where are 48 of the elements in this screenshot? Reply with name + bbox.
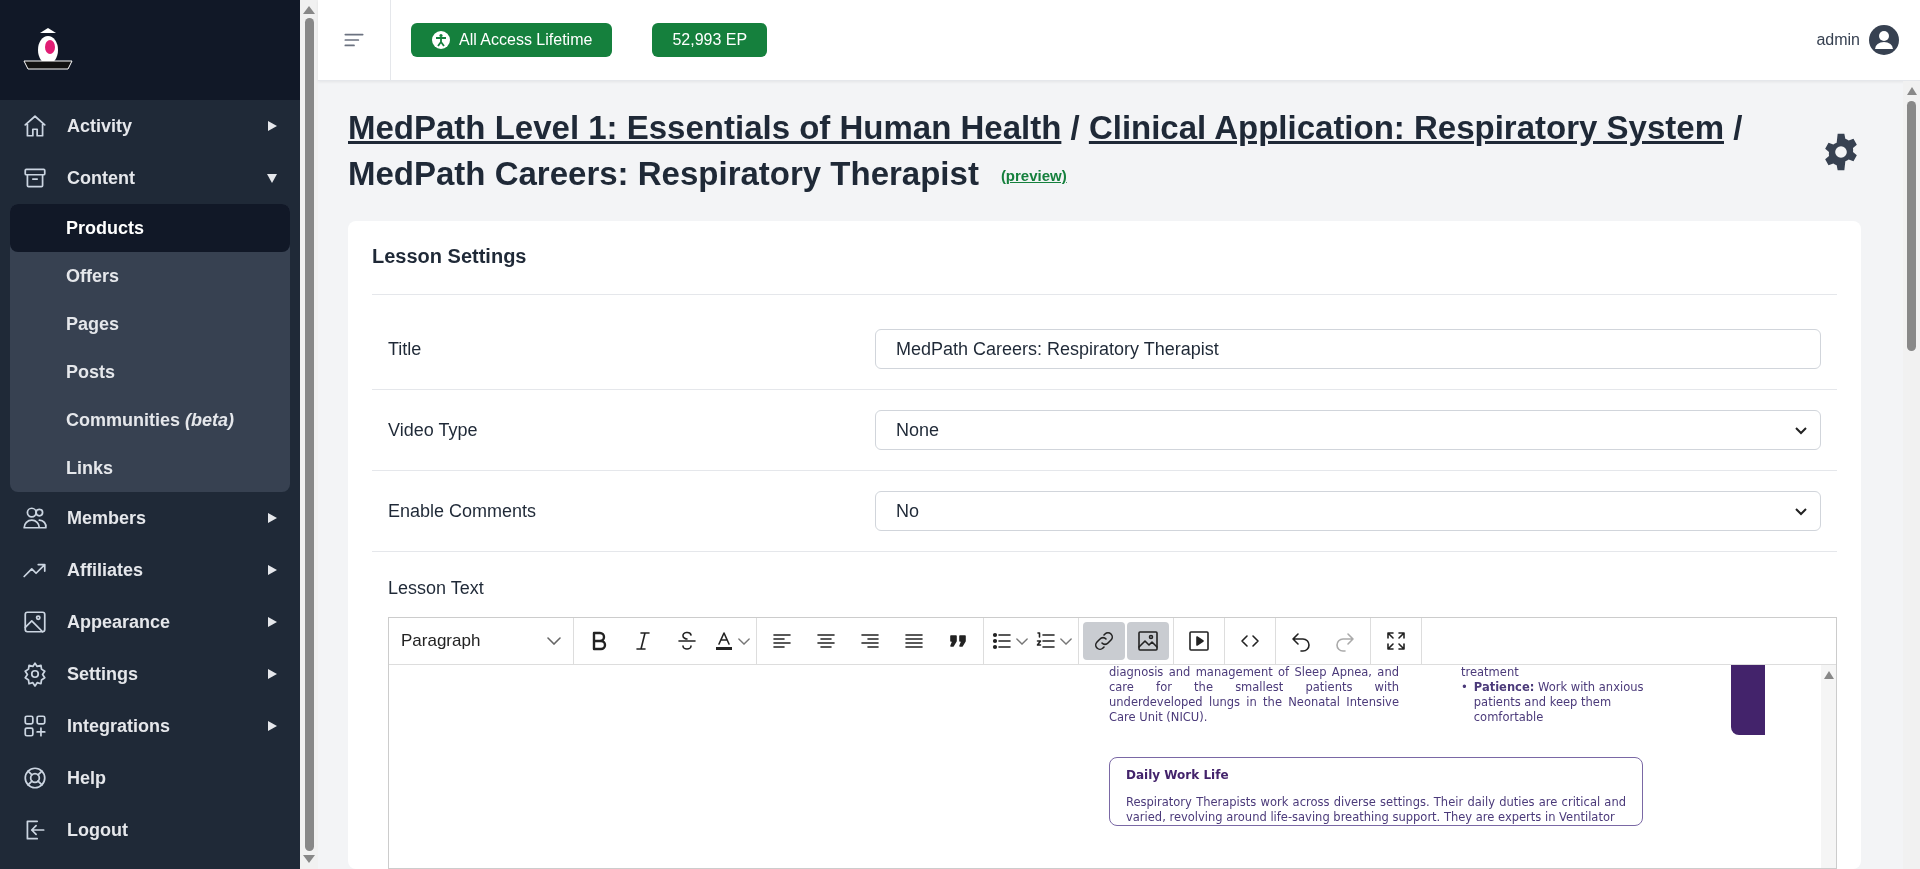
sidebar-item[interactable]: Affiliates: [0, 544, 300, 596]
field-label: Lesson Text: [387, 577, 485, 601]
select-field[interactable]: No: [875, 491, 1821, 532]
plan-badge[interactable]: All Access Lifetime: [411, 23, 613, 57]
select-field[interactable]: None: [875, 410, 1821, 451]
sidebar-item[interactable]: Content: [0, 152, 300, 204]
sidebar-item[interactable]: Members: [0, 492, 300, 544]
sidebar-label: Help: [67, 767, 107, 789]
sidebar-label: Content: [67, 167, 136, 189]
user-menu[interactable]: admin: [1816, 24, 1900, 56]
sidebar-label: Activity: [67, 115, 134, 137]
sidebar-item[interactable]: Appearance: [0, 596, 300, 648]
sidebar-label: Logout: [67, 819, 129, 841]
field-label: Video Type: [388, 419, 479, 441]
document-paragraph: Respiratory Therapists work across diverse settings. Their daily duties are critical and varied, revolving around life-saving breathing support. They are experts in Ventilator: [1126, 795, 1626, 826]
sidebar-item[interactable]: Logout: [0, 804, 300, 856]
preview-link[interactable]: (preview): [1000, 167, 1067, 185]
sidebar-item[interactable]: Integrations: [0, 700, 300, 752]
points-badge: 52,993 EP: [652, 23, 768, 57]
breadcrumb-separator: /: [1070, 109, 1080, 146]
sidebar-item[interactable]: Help: [0, 752, 300, 804]
input-field[interactable]: MedPath Careers: Respiratory Therapist: [875, 329, 1821, 370]
breadcrumb-link[interactable]: MedPath Level 1: Essentials of Human Health: [348, 109, 1062, 146]
submenu-item[interactable]: Products: [10, 204, 290, 252]
format-select[interactable]: Paragraph: [389, 618, 574, 665]
card-title: Lesson Settings: [372, 221, 1837, 296]
submenu-item[interactable]: Pages: [10, 300, 290, 348]
breadcrumb-link[interactable]: Clinical Application: Respiratory System: [1088, 109, 1724, 146]
field-label: Enable Comments: [388, 500, 538, 522]
field-label: Title: [388, 338, 423, 360]
submenu-item[interactable]: Posts: [10, 348, 290, 396]
sidebar-label: Affiliates: [67, 559, 145, 581]
card-heading: Daily Work Life: [1126, 768, 1230, 784]
page-title: MedPath Careers: Respiratory Therapist: [348, 155, 979, 192]
bullet-marker: •: [1461, 680, 1468, 697]
document-paragraph: diagnosis and management of Sleep Apnea, and care for the smallest patients with underdeveloped lungs in the Neonatal Intensive Care Unit (NICU).: [1109, 665, 1399, 727]
sidebar-label: Appearance: [67, 611, 172, 633]
submenu-item[interactable]: Links: [10, 444, 290, 492]
sidebar-label: Members: [67, 507, 148, 529]
sidebar-label: Settings: [67, 663, 139, 685]
sidebar-item[interactable]: Activity: [0, 100, 300, 152]
breadcrumb-separator: /: [1733, 109, 1743, 146]
sidebar-item[interactable]: Settings: [0, 648, 300, 700]
submenu-item[interactable]: Communities (beta): [10, 396, 290, 444]
sidebar-label: Integrations: [67, 715, 171, 737]
document-bullet: Patience: Work with anxious patients and keep them comfortable: [1473, 680, 1645, 726]
submenu-item[interactable]: Offers: [10, 252, 290, 300]
document-text: treatment: [1461, 665, 1520, 681]
